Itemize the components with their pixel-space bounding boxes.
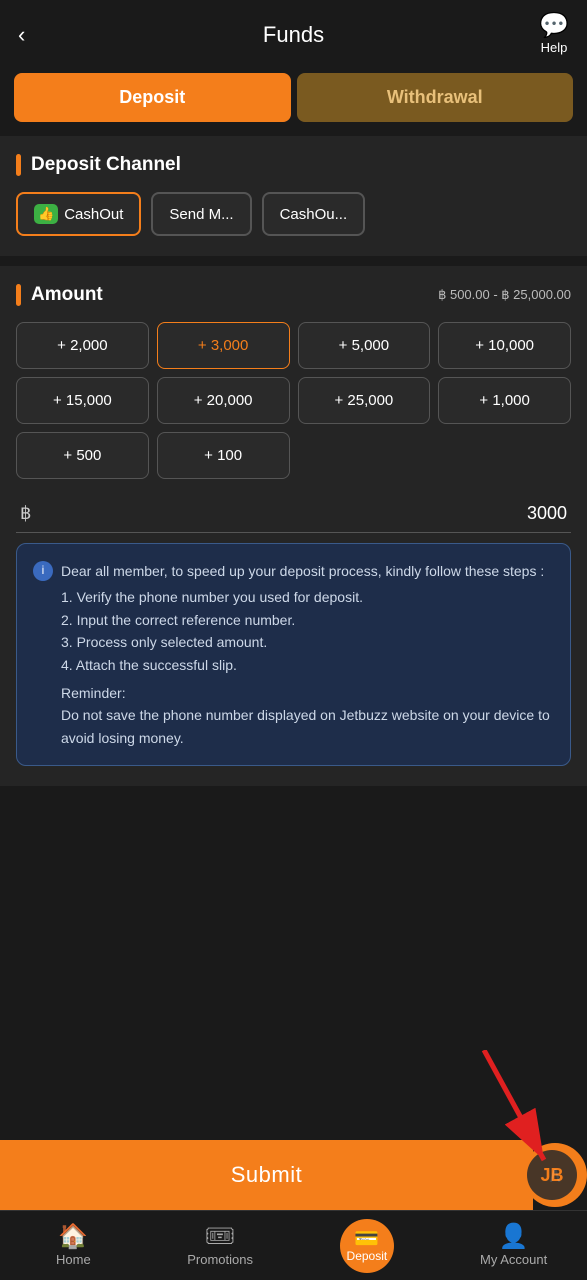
reminder-label: Reminder: (61, 682, 554, 704)
amount-btn-2000[interactable]: + 2,000 (16, 322, 149, 369)
promotions-icon: 🎟 (205, 1225, 235, 1249)
back-button[interactable]: ‹ (18, 22, 25, 48)
amount-btn-20000[interactable]: + 20,000 (157, 377, 290, 424)
bottom-nav: 🏠 Home 🎟 Promotions 💳 Deposit 👤 My Accou… (0, 1210, 587, 1280)
currency-symbol: ฿ (20, 503, 31, 524)
nav-home-label: Home (56, 1252, 91, 1267)
channel-list: 👍 CashOut Send M... CashOu... (16, 192, 571, 236)
amount-section: Amount ฿ 500.00 - ฿ 25,000.00 + 2,000 + … (0, 266, 587, 786)
info-step-2: 2. Input the correct reference number. (61, 609, 554, 631)
amount-header: Amount ฿ 500.00 - ฿ 25,000.00 (16, 284, 571, 306)
amount-btn-25000[interactable]: + 25,000 (298, 377, 431, 424)
info-step-1: 1. Verify the phone number you used for … (61, 586, 554, 608)
info-icon: i (33, 561, 53, 581)
amount-btn-1000[interactable]: + 1,000 (438, 377, 571, 424)
tab-withdrawal[interactable]: Withdrawal (297, 73, 574, 122)
amount-btn-5000[interactable]: + 5,000 (298, 322, 431, 369)
help-icon: 💬 (539, 14, 569, 38)
info-step-4: 4. Attach the successful slip. (61, 654, 554, 676)
nav-promotions-label: Promotions (187, 1252, 253, 1267)
submit-bar: Submit ∧ (0, 1140, 587, 1210)
nav-home[interactable]: 🏠 Home (0, 1219, 147, 1273)
help-button[interactable]: 💬 Help (539, 14, 569, 55)
cashout2-label: CashOu... (280, 206, 348, 223)
amount-input[interactable] (39, 503, 567, 524)
page-title: Funds (263, 22, 324, 48)
info-steps: 1. Verify the phone number you used for … (33, 586, 554, 749)
deposit-icon: 💳 (354, 1229, 379, 1249)
info-box: i Dear all member, to speed up your depo… (16, 543, 571, 766)
info-title: Dear all member, to speed up your deposi… (61, 560, 544, 582)
tab-deposit[interactable]: Deposit (14, 73, 291, 122)
logo-watermark: JB (527, 1150, 577, 1200)
channel-cashout2[interactable]: CashOu... (262, 192, 366, 236)
nav-promotions[interactable]: 🎟 Promotions (147, 1219, 294, 1273)
help-label: Help (541, 40, 568, 55)
header: ‹ Funds 💬 Help (0, 0, 587, 65)
nav-myaccount[interactable]: 👤 My Account (440, 1219, 587, 1273)
tab-bar: Deposit Withdrawal (14, 73, 573, 122)
cashout-icon: 👍 (34, 204, 58, 224)
channel-cashout1[interactable]: 👍 CashOut (16, 192, 141, 236)
deposit-channel-section: Deposit Channel 👍 CashOut Send M... Cash… (0, 136, 587, 256)
amount-btn-15000[interactable]: + 15,000 (16, 377, 149, 424)
nav-deposit[interactable]: 💳 Deposit (294, 1213, 441, 1279)
amount-range: ฿ 500.00 - ฿ 25,000.00 (438, 287, 571, 303)
submit-button[interactable]: Submit (0, 1140, 533, 1210)
home-icon: 🏠 (58, 1225, 88, 1249)
title-bar-accent (16, 154, 21, 176)
title-bar-accent-2 (16, 284, 21, 306)
nav-deposit-label: Deposit (347, 1249, 388, 1263)
deposit-channel-title: Deposit Channel (16, 154, 571, 176)
amount-input-row: ฿ (16, 495, 571, 533)
channel-sendm[interactable]: Send M... (151, 192, 251, 236)
amount-grid: + 2,000 + 3,000 + 5,000 + 10,000 + 15,00… (16, 322, 571, 479)
amount-btn-3000[interactable]: + 3,000 (157, 322, 290, 369)
deposit-circle: 💳 Deposit (340, 1219, 394, 1273)
info-step-3: 3. Process only selected amount. (61, 631, 554, 653)
amount-btn-100[interactable]: + 100 (157, 432, 290, 479)
reminder-text: Do not save the phone number displayed o… (61, 704, 554, 749)
myaccount-icon: 👤 (499, 1225, 529, 1249)
channel-label: CashOut (64, 206, 123, 223)
info-header: i Dear all member, to speed up your depo… (33, 560, 554, 582)
amount-title: Amount (16, 284, 103, 306)
nav-myaccount-label: My Account (480, 1252, 547, 1267)
amount-btn-500[interactable]: + 500 (16, 432, 149, 479)
sendm-label: Send M... (169, 206, 233, 223)
amount-btn-10000[interactable]: + 10,000 (438, 322, 571, 369)
